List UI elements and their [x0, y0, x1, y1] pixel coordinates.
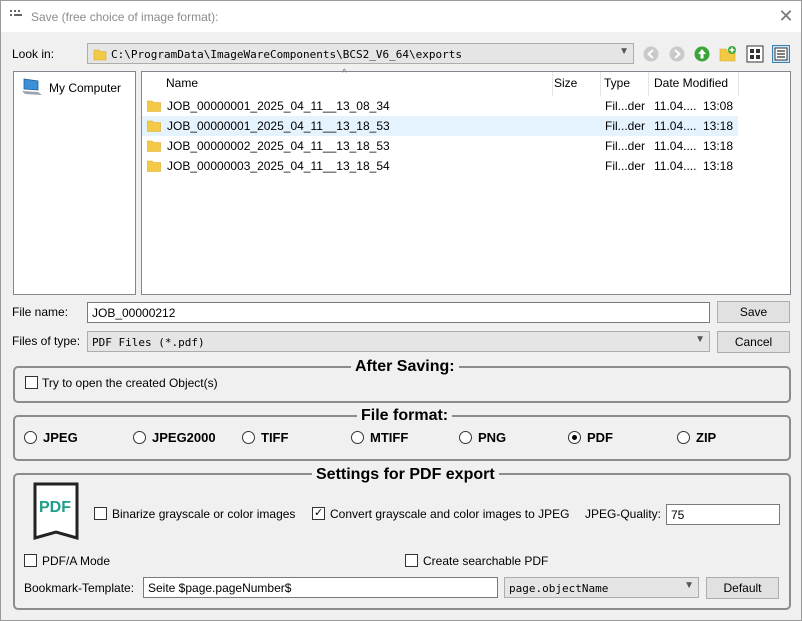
radio-jpeg2000-label: JPEG2000	[152, 430, 216, 445]
chevron-down-icon: ▼	[619, 46, 629, 57]
column-header-size[interactable]: Size	[549, 72, 601, 96]
file-type-label: Files of type:	[12, 334, 81, 348]
place-my-computer[interactable]: My Computer	[19, 78, 131, 98]
file-date: 11.04....	[654, 159, 697, 173]
open-created-checkbox[interactable]	[25, 376, 38, 389]
save-button[interactable]: Save	[717, 301, 790, 323]
forward-icon[interactable]	[668, 45, 686, 63]
bookmark-template-label: Bookmark-Template:	[24, 581, 135, 595]
save-dialog: Save (free choice of image format): ✕ Lo…	[0, 0, 802, 621]
chevron-down-icon: ▼	[684, 580, 694, 591]
column-header-date-modified[interactable]: Date Modified	[649, 72, 739, 96]
binarize-checkbox[interactable]	[94, 507, 107, 520]
chevron-down-icon: ▼	[695, 334, 705, 345]
radio-jpeg2000[interactable]	[133, 431, 146, 444]
folder-icon	[147, 120, 161, 132]
searchable-pdf-checkbox[interactable]	[405, 554, 418, 567]
radio-jpeg-label: JPEG	[43, 430, 78, 445]
file-time: 13:18	[703, 139, 734, 153]
look-in-select[interactable]: C:\ProgramData\ImageWareComponents\BCS2_…	[87, 43, 634, 64]
radio-zip-label: ZIP	[696, 430, 717, 445]
file-time: 13:18	[703, 119, 734, 133]
pdf-icon-text: PDF	[39, 499, 71, 516]
file-name: JOB_00000001_2025_04_11__13_18_53	[167, 119, 390, 133]
pdfa-checkbox[interactable]	[24, 554, 37, 567]
file-name: JOB_00000002_2025_04_11__13_18_53	[167, 139, 390, 153]
radio-jpeg[interactable]	[24, 431, 37, 444]
pdfa-label: PDF/A Mode	[42, 554, 111, 568]
searchable-pdf-label: Create searchable PDF	[423, 554, 549, 568]
radio-mtiff-label: MTIFF	[370, 430, 409, 445]
open-created-label: Try to open the created Object(s)	[42, 376, 218, 390]
file-date: 11.04....	[654, 139, 697, 153]
after-saving-title: After Saving:	[351, 358, 459, 376]
radio-pdf[interactable]	[568, 431, 581, 444]
file-list: Name ^ Size Type Date Modified JOB_00000…	[141, 68, 791, 295]
file-type: Fil...der	[605, 119, 646, 133]
default-button[interactable]: Default	[706, 577, 779, 599]
table-row[interactable]: JOB_00000002_2025_04_11__13_18_53 Fil...…	[142, 136, 738, 156]
new-folder-icon[interactable]	[719, 45, 737, 63]
file-format-title: File format:	[357, 407, 453, 425]
file-time: 13:18	[703, 159, 734, 173]
folder-icon	[147, 160, 161, 172]
up-folder-icon[interactable]	[693, 45, 711, 63]
computer-icon	[22, 78, 42, 95]
folder-icon	[147, 140, 161, 152]
table-row[interactable]: JOB_00000001_2025_04_11__13_18_53 Fil...…	[142, 116, 738, 136]
file-type-select[interactable]: PDF Files (*.pdf) ▼	[87, 331, 710, 352]
radio-png[interactable]	[459, 431, 472, 444]
folder-icon	[147, 100, 161, 112]
radio-zip[interactable]	[677, 431, 690, 444]
file-type: Fil...der	[605, 139, 646, 153]
radio-pdf-label: PDF	[587, 430, 613, 445]
sort-ascending-icon: ^	[342, 68, 347, 79]
convert-jpeg-label: Convert grayscale and color images to JP…	[330, 507, 570, 521]
binarize-label: Binarize grayscale or color images	[112, 507, 296, 521]
convert-jpeg-checkbox[interactable]	[312, 506, 325, 520]
bookmark-template-input[interactable]: Seite $page.pageNumber$	[143, 577, 498, 598]
places-panel: My Computer	[13, 71, 136, 295]
file-name-label: File name:	[12, 305, 69, 319]
look-in-path: C:\ProgramData\ImageWareComponents\BCS2_…	[111, 48, 462, 61]
app-icon	[10, 10, 22, 16]
file-date: 11.04....	[654, 119, 697, 133]
back-icon[interactable]	[642, 45, 660, 63]
look-in-label: Look in:	[12, 47, 55, 61]
file-type: Fil...der	[605, 99, 646, 113]
column-header-type[interactable]: Type	[599, 72, 649, 96]
list-view-icon[interactable]	[746, 45, 764, 63]
cancel-button[interactable]: Cancel	[717, 331, 790, 353]
radio-mtiff[interactable]	[351, 431, 364, 444]
place-label: My Computer	[49, 81, 122, 95]
table-row[interactable]: JOB_00000001_2025_04_11__13_08_34 Fil...…	[142, 96, 738, 116]
file-date: 11.04....	[654, 99, 697, 113]
folder-icon	[93, 49, 107, 61]
file-name-input[interactable]: JOB_00000212	[87, 302, 710, 323]
column-header-name[interactable]: Name	[161, 72, 553, 96]
file-name: JOB_00000001_2025_04_11__13_08_34	[167, 99, 390, 113]
close-button[interactable]: ✕	[773, 5, 799, 29]
radio-png-label: PNG	[478, 430, 507, 445]
details-view-icon[interactable]	[772, 45, 790, 63]
file-time: 13:08	[703, 99, 734, 113]
radio-tiff-label: TIFF	[261, 430, 289, 445]
table-row[interactable]: JOB_00000003_2025_04_11__13_18_54 Fil...…	[142, 156, 738, 176]
title-bar: Save (free choice of image format): ✕	[1, 1, 801, 32]
window-title: Save (free choice of image format):	[31, 10, 219, 24]
file-name: JOB_00000003_2025_04_11__13_18_54	[167, 159, 390, 173]
bookmark-field-select[interactable]: page.objectName ▼	[504, 577, 699, 598]
jpeg-quality-label: JPEG-Quality:	[585, 507, 662, 521]
close-icon: ✕	[778, 6, 794, 26]
jpeg-quality-input[interactable]: 75	[666, 504, 780, 525]
pdf-settings-title: Settings for PDF export	[312, 466, 499, 484]
file-type: Fil...der	[605, 159, 646, 173]
radio-tiff[interactable]	[242, 431, 255, 444]
